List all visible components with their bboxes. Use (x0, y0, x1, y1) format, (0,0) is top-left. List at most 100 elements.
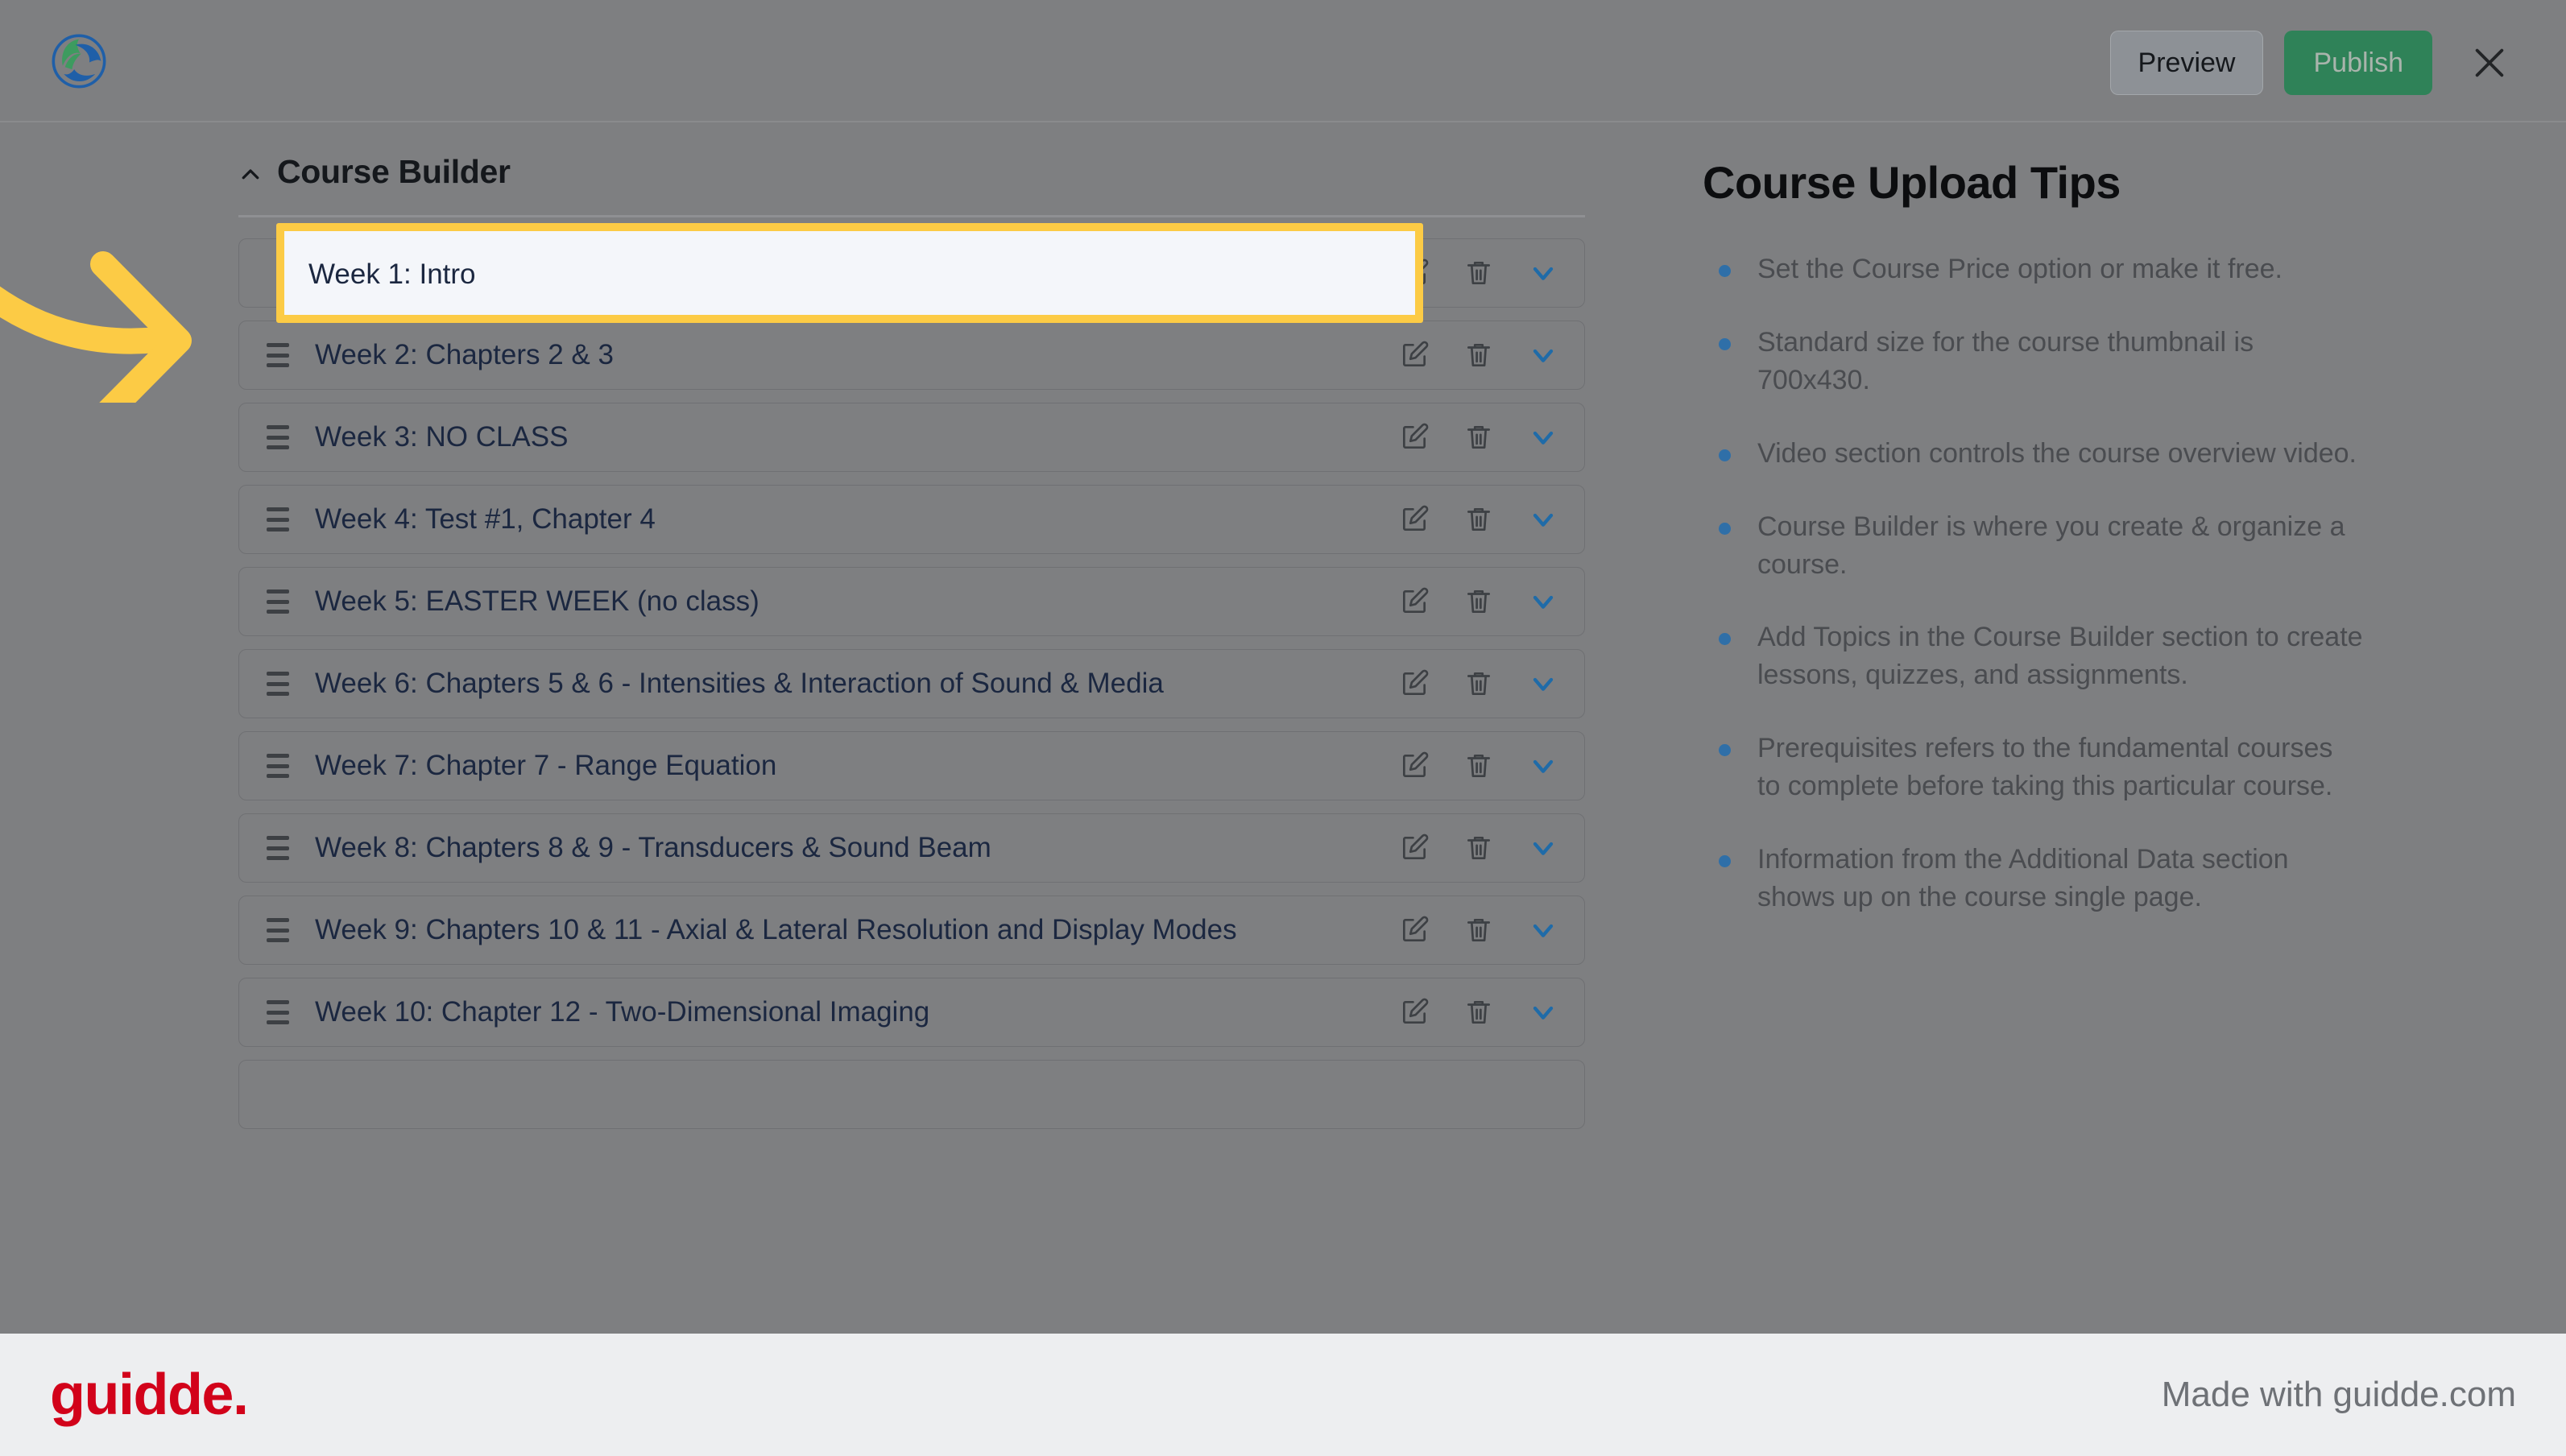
chevron-down-icon[interactable] (1526, 503, 1560, 536)
course-builder-panel: Course Builder Week 1: Intro Week 2: Cha… (238, 122, 1585, 1142)
edit-pencil-icon[interactable] (1397, 338, 1431, 372)
chevron-down-icon[interactable] (1526, 338, 1560, 372)
topic-row[interactable]: Week 3: NO CLASS (238, 403, 1585, 472)
tips-list-item: Standard size for the course thumbnail i… (1703, 324, 2363, 399)
tips-list-item-text: Set the Course Price option or make it f… (1757, 254, 2282, 284)
trash-icon[interactable] (1462, 338, 1496, 372)
topic-row-actions (1397, 913, 1560, 947)
topic-row-actions (1397, 749, 1560, 783)
trash-icon[interactable] (1462, 420, 1496, 454)
trash-icon[interactable] (1462, 831, 1496, 865)
trash-icon[interactable] (1462, 749, 1496, 783)
tips-list-item: Information from the Additional Data sec… (1703, 841, 2363, 916)
app-logo[interactable] (50, 32, 108, 90)
tips-list-item-text: Video section controls the course overvi… (1757, 437, 2357, 469)
drag-handle-icon[interactable] (267, 343, 294, 367)
topic-title: Week 7: Chapter 7 - Range Equation (315, 750, 777, 781)
tips-list-item-text: Standard size for the course thumbnail i… (1757, 326, 2254, 395)
drag-handle-icon[interactable] (267, 589, 294, 614)
topic-title: Week 2: Chapters 2 & 3 (315, 339, 614, 370)
topic-row-actions (1397, 420, 1560, 454)
chevron-down-icon[interactable] (1526, 667, 1560, 701)
topic-row[interactable]: Week 4: Test #1, Chapter 4 (238, 485, 1585, 554)
topic-row[interactable]: Week 5: EASTER WEEK (no class) (238, 567, 1585, 636)
edit-pencil-icon[interactable] (1397, 995, 1431, 1029)
topic-row[interactable]: Week 10: Chapter 12 - Two-Dimensional Im… (238, 978, 1585, 1047)
divider (238, 215, 1585, 217)
topic-row[interactable]: Week 7: Chapter 7 - Range Equation (238, 731, 1585, 800)
topic-row-actions (1397, 995, 1560, 1029)
edit-pencil-icon[interactable] (1397, 420, 1431, 454)
topic-row-actions (1397, 667, 1560, 701)
trash-icon[interactable] (1462, 667, 1496, 701)
bullet-icon (1719, 522, 1731, 535)
chevron-down-icon[interactable] (1526, 831, 1560, 865)
trash-icon[interactable] (1462, 913, 1496, 947)
topic-row-partial[interactable] (238, 1060, 1585, 1129)
edit-pencil-icon[interactable] (1397, 585, 1431, 618)
drag-handle-icon[interactable] (267, 425, 294, 449)
chevron-down-icon[interactable] (1526, 749, 1560, 783)
topic-row-actions (1397, 338, 1560, 372)
publish-button[interactable]: Publish (2284, 31, 2432, 95)
course-upload-tips-panel: Course Upload Tips Set the Course Price … (1703, 122, 2363, 952)
chevron-down-icon[interactable] (1526, 585, 1560, 618)
trash-icon[interactable] (1462, 585, 1496, 618)
drag-handle-icon[interactable] (267, 507, 294, 532)
topic-row[interactable]: Week 1: Intro (238, 223, 1585, 323)
topic-title: Week 4: Test #1, Chapter 4 (315, 503, 656, 535)
tips-list-item-text: Information from the Additional Data sec… (1757, 844, 2289, 912)
tips-title: Course Upload Tips (1703, 157, 2121, 208)
top-bar: Preview Publish (0, 0, 2566, 122)
preview-button[interactable]: Preview (2109, 31, 2264, 95)
chevron-down-icon[interactable] (1526, 420, 1560, 454)
tips-list-item: Course Builder is where you create & org… (1703, 508, 2363, 584)
trash-icon[interactable] (1462, 995, 1496, 1029)
drag-handle-icon[interactable] (267, 672, 294, 696)
topic-row[interactable]: Week 6: Chapters 5 & 6 - Intensities & I… (238, 649, 1585, 718)
topic-title: Week 5: EASTER WEEK (no class) (315, 585, 759, 617)
bullet-icon (1719, 633, 1731, 646)
made-with-text: Made with guidde.com (2161, 1375, 2516, 1414)
topic-row[interactable]: Week 8: Chapters 8 & 9 - Transducers & S… (238, 813, 1585, 883)
tips-list-item: Set the Course Price option or make it f… (1703, 250, 2363, 288)
topic-row[interactable]: Week 9: Chapters 10 & 11 - Axial & Later… (238, 896, 1585, 965)
course-builder-header[interactable]: Course Builder (238, 122, 1585, 215)
edit-pencil-icon[interactable] (1397, 831, 1431, 865)
tips-list-item: Prerequisites refers to the fundamental … (1703, 730, 2363, 805)
topic-title: Week 6: Chapters 5 & 6 - Intensities & I… (315, 668, 1164, 699)
topic-title: Week 10: Chapter 12 - Two-Dimensional Im… (315, 996, 930, 1028)
trash-icon[interactable] (1462, 503, 1496, 536)
drag-handle-icon[interactable] (267, 1000, 294, 1024)
tips-list: Set the Course Price option or make it f… (1703, 250, 2363, 916)
chevron-down-icon[interactable] (1526, 995, 1560, 1029)
tips-list-item-text: Add Topics in the Course Builder section… (1757, 622, 2363, 691)
chevron-up-icon (238, 163, 263, 187)
tips-list-item-text: Course Builder is where you create & org… (1757, 511, 2345, 580)
topic-title: Week 9: Chapters 10 & 11 - Axial & Later… (315, 914, 1237, 945)
topic-row-actions (1397, 831, 1560, 865)
close-button[interactable] (2461, 35, 2518, 91)
tutor-lms-circular-logo (52, 34, 106, 89)
edit-pencil-icon[interactable] (1397, 913, 1431, 947)
bullet-icon (1719, 744, 1731, 757)
topic-title-input[interactable]: Week 1: Intro (308, 259, 476, 291)
topic-list: Week 1: Intro Week 2: Chapters 2 & 3 Wee… (238, 223, 1585, 1129)
drag-handle-icon[interactable] (267, 836, 294, 860)
topic-title: Week 3: NO CLASS (315, 421, 569, 453)
edit-pencil-icon[interactable] (1397, 749, 1431, 783)
edit-pencil-icon[interactable] (1397, 503, 1431, 536)
tips-list-item-text: Prerequisites refers to the fundamental … (1757, 733, 2333, 802)
chevron-down-icon[interactable] (1526, 256, 1560, 290)
top-bar-actions: Preview Publish (2109, 31, 2518, 95)
topic-row-actions (1397, 585, 1560, 618)
topic-row[interactable]: Week 2: Chapters 2 & 3 (238, 321, 1585, 390)
drag-handle-icon[interactable] (267, 918, 294, 942)
trash-icon[interactable] (1462, 256, 1496, 290)
drag-handle-icon[interactable] (267, 754, 294, 778)
bullet-icon (1719, 337, 1731, 350)
chevron-down-icon[interactable] (1526, 913, 1560, 947)
edit-pencil-icon[interactable] (1397, 667, 1431, 701)
main-content: Course Builder Week 1: Intro Week 2: Cha… (0, 122, 2566, 1334)
bullet-icon (1719, 265, 1731, 277)
